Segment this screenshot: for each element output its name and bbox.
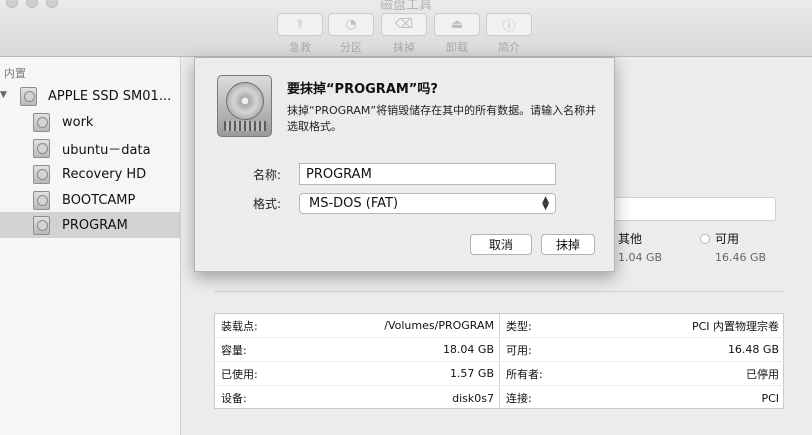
- hard-disk-icon: [20, 86, 37, 106]
- eject-icon: ⏏: [434, 13, 480, 36]
- divider: [214, 291, 784, 292]
- sidebar-item-label: BOOTCAMP: [62, 192, 136, 208]
- erase-toolbar-label: 抹掉: [393, 41, 415, 54]
- info-label: 已使用:: [221, 367, 258, 381]
- info-row-available: 可用: 16.48 GB: [500, 338, 785, 362]
- info-column-left: 装载点: /Volumes/PROGRAM 容量: 18.04 GB 已使用: …: [215, 314, 500, 408]
- sidebar-item-recovery-hd[interactable]: Recovery HD: [0, 161, 181, 187]
- info-row-used: 已使用: 1.57 GB: [215, 362, 500, 386]
- sidebar-item-bootcamp[interactable]: BOOTCAMP: [0, 187, 181, 213]
- name-label: 名称:: [253, 168, 282, 182]
- free-space-value: 16.46 GB: [715, 251, 767, 264]
- platter-shape: [226, 82, 264, 120]
- sidebar-item-label: work: [62, 114, 94, 130]
- unmount-button[interactable]: ⏏ 卸载: [432, 13, 482, 55]
- first-aid-button[interactable]: ⚕ 急救: [275, 13, 325, 55]
- legend-other-label: 其他: [618, 232, 643, 246]
- sidebar-section-internal: 内置: [4, 67, 26, 80]
- info-value: PCI: [761, 391, 779, 405]
- chevron-up-down-icon: ▲ ▼: [542, 194, 549, 212]
- info-label: 可用:: [506, 343, 532, 357]
- legend-free: 可用: [700, 230, 739, 247]
- volume-icon: [33, 215, 50, 235]
- info-label: 装载点:: [221, 319, 258, 333]
- toolbar: 磁盘工具 ⚕ 急救 ◔ 分区 ⌫ 抹掉 ⏏ 卸载 ⓘ 简介: [0, 0, 812, 57]
- info-label: 简介: [498, 41, 520, 54]
- sidebar-item-ubuntu-data[interactable]: ubuntu－data: [0, 135, 181, 161]
- sidebar-item-work[interactable]: work: [0, 109, 181, 135]
- sidebar-item-program[interactable]: PROGRAM: [0, 212, 181, 238]
- format-select[interactable]: MS-DOS (FAT) ▲ ▼: [299, 193, 556, 214]
- disclosure-triangle-icon[interactable]: ▼: [0, 90, 7, 100]
- info-value: 1.57 GB: [449, 367, 494, 380]
- other-space-value: 1.04 GB: [618, 251, 663, 264]
- volume-icon: [33, 112, 50, 132]
- format-label: 格式:: [253, 197, 282, 211]
- info-label: 连接:: [506, 392, 532, 405]
- sidebar-item-label: ubuntu－data: [62, 142, 151, 158]
- info-label: 设备:: [221, 392, 247, 405]
- sidebar: 内置 ▼ APPLE SSD SM01... work ubuntu－data …: [0, 57, 181, 435]
- info-row-capacity: 容量: 18.04 GB: [215, 338, 500, 362]
- info-value: disk0s7: [452, 391, 494, 405]
- info-row-device: 设备: disk0s7: [215, 386, 500, 410]
- cancel-button[interactable]: 取消: [470, 234, 532, 255]
- info-label: 容量:: [221, 343, 247, 357]
- window-title: 磁盘工具: [379, 0, 432, 13]
- volume-icon: [33, 138, 50, 158]
- legend-free-label: 可用: [715, 232, 740, 246]
- free-space-dot-icon: [700, 233, 710, 244]
- name-input[interactable]: [299, 163, 556, 185]
- partition-button[interactable]: ◔ 分区: [326, 13, 376, 55]
- unmount-label: 卸载: [446, 41, 468, 54]
- hard-drive-icon: [217, 75, 272, 137]
- info-value: /Volumes/PROGRAM: [384, 319, 494, 332]
- info-row-connection: 连接: PCI: [500, 386, 785, 410]
- first-aid-label: 急救: [289, 41, 311, 54]
- format-selected-value: MS-DOS (FAT): [309, 196, 399, 211]
- info-value: PCI 内置物理宗卷: [691, 319, 779, 333]
- dialog-message: 抹掉“PROGRAM”将销毁储存在其中的所有数据。请输入名称并选取格式。: [287, 104, 597, 133]
- info-column-right: 类型: PCI 内置物理宗卷 可用: 16.48 GB 所有者: 已停用 连接:…: [500, 314, 785, 408]
- sidebar-item-apple-ssd[interactable]: ▼ APPLE SSD SM01...: [0, 83, 181, 109]
- dialog-title: 要抹掉“PROGRAM”吗?: [287, 82, 438, 97]
- info-value: 16.48 GB: [727, 343, 779, 356]
- pie-chart-icon: ◔: [328, 13, 374, 36]
- info-label: 类型:: [506, 319, 532, 333]
- sidebar-item-label: Recovery HD: [62, 166, 147, 182]
- volume-info-table: 装载点: /Volumes/PROGRAM 容量: 18.04 GB 已使用: …: [214, 313, 785, 409]
- sidebar-item-label: APPLE SSD SM01...: [48, 88, 172, 104]
- info-value: 已停用: [746, 367, 779, 381]
- grille-shape: [224, 121, 266, 131]
- partition-label: 分区: [340, 41, 362, 54]
- info-value: 18.04 GB: [442, 343, 494, 356]
- erase-button[interactable]: 抹掉: [541, 234, 595, 255]
- info-row-type: 类型: PCI 内置物理宗卷: [500, 314, 785, 338]
- info-button[interactable]: ⓘ 简介: [484, 13, 534, 55]
- stethoscope-icon: ⚕: [277, 13, 323, 36]
- erase-toolbar-button[interactable]: ⌫ 抹掉: [379, 13, 429, 55]
- info-icon: ⓘ: [486, 13, 532, 36]
- erase-dialog: 要抹掉“PROGRAM”吗? 抹掉“PROGRAM”将销毁储存在其中的所有数据。…: [194, 57, 615, 272]
- info-row-owners: 所有者: 已停用: [500, 362, 785, 386]
- sidebar-item-label: PROGRAM: [62, 217, 128, 233]
- volume-icon: [33, 190, 50, 210]
- info-row-mount-point: 装载点: /Volumes/PROGRAM: [215, 314, 500, 338]
- volume-icon: [33, 164, 50, 184]
- erase-icon: ⌫: [381, 13, 427, 36]
- info-label: 所有者:: [506, 367, 543, 381]
